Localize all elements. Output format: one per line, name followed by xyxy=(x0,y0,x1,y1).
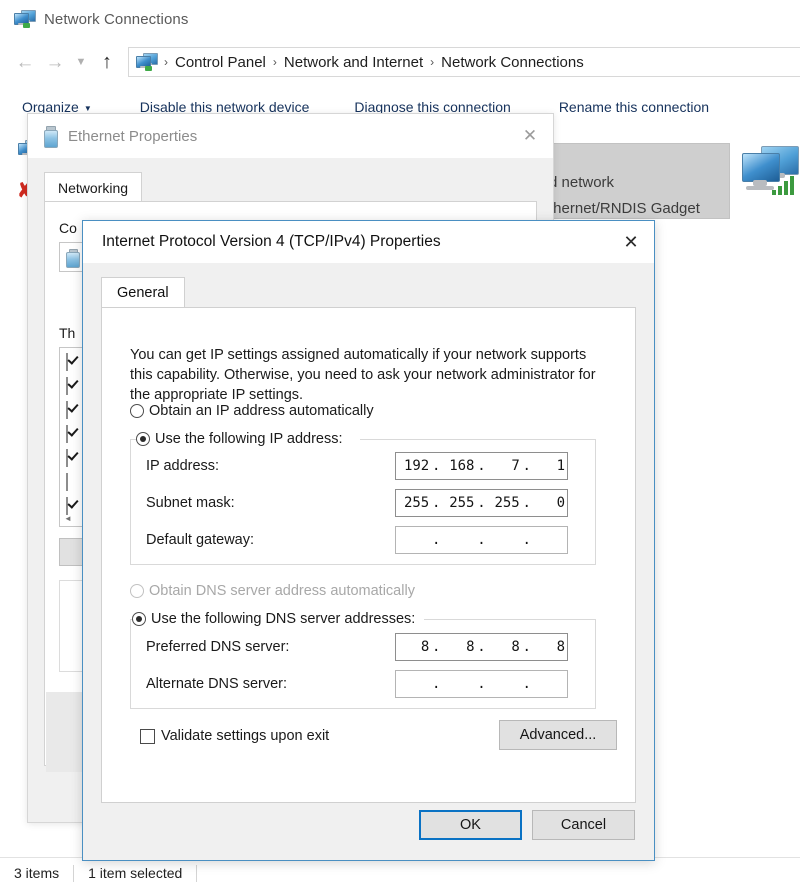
window-titlebar: Network Connections xyxy=(0,0,800,38)
octet-separator: . xyxy=(522,639,532,655)
close-icon[interactable]: ✕ xyxy=(608,221,654,263)
ip-address-label: IP address: xyxy=(146,458,219,474)
status-item-count: 3 items xyxy=(0,864,73,882)
status-divider xyxy=(196,865,197,882)
subnet-octet-1[interactable]: 255 xyxy=(396,495,431,511)
tcpipv4-properties-dialog[interactable]: Internet Protocol Version 4 (TCP/IPv4) P… xyxy=(82,220,655,861)
tab-general[interactable]: General xyxy=(101,277,185,308)
octet-separator: . xyxy=(431,532,441,548)
ethernet-tabstrip: Networking xyxy=(44,172,537,202)
radio-use-following-dns[interactable]: Use the following DNS server addresses: xyxy=(132,611,419,627)
radio-label: Use the following DNS server addresses: xyxy=(151,611,415,627)
validate-settings-checkbox[interactable]: Validate settings upon exit xyxy=(140,728,329,744)
ip-tabstrip: General xyxy=(101,277,636,308)
this-connection-uses-label: Th xyxy=(59,325,75,341)
ip-dialog-body: General You can get IP settings assigned… xyxy=(83,263,654,860)
octet-separator: . xyxy=(431,495,441,511)
radio-indicator xyxy=(132,612,146,626)
octet-separator: . xyxy=(477,495,487,511)
subnet-octet-2[interactable]: 255 xyxy=(441,495,476,511)
octet-separator: . xyxy=(522,676,532,692)
breadcrumb-item-network-connections[interactable]: Network Connections xyxy=(437,54,588,71)
ip-dialog-title: Internet Protocol Version 4 (TCP/IPv4) P… xyxy=(102,233,441,251)
breadcrumb-item-network-and-internet[interactable]: Network and Internet xyxy=(280,54,427,71)
preferred-dns-octet-2[interactable]: 8 xyxy=(441,639,476,655)
radio-indicator xyxy=(130,584,144,598)
alternate-dns-input[interactable]: . . . xyxy=(395,670,568,698)
network-adapter-icon xyxy=(742,146,798,198)
breadcrumb-separator: › xyxy=(161,55,171,69)
up-icon[interactable]: ↑ xyxy=(92,47,122,77)
close-icon[interactable]: ✕ xyxy=(507,114,553,158)
cancel-button[interactable]: Cancel xyxy=(532,810,635,840)
octet-separator: . xyxy=(522,532,532,548)
forward-icon[interactable]: → xyxy=(40,47,70,77)
radio-label: Use the following IP address: xyxy=(155,431,343,447)
radio-label: Obtain DNS server address automatically xyxy=(149,583,415,599)
default-gateway-input[interactable]: . . . xyxy=(395,526,568,554)
octet-separator: . xyxy=(431,639,441,655)
default-gateway-label: Default gateway: xyxy=(146,532,254,548)
chevron-down-icon[interactable]: ▼ xyxy=(70,47,92,77)
preferred-dns-label: Preferred DNS server: xyxy=(146,639,289,655)
preferred-dns-octet-3[interactable]: 8 xyxy=(487,639,522,655)
radio-indicator xyxy=(130,404,144,418)
ip-octet-2[interactable]: 168 xyxy=(441,458,476,474)
chevron-down-icon: ▼ xyxy=(84,104,92,113)
back-icon[interactable]: ← xyxy=(10,47,40,77)
ip-address-input[interactable]: 192 . 168 . 7 . 1 xyxy=(395,452,568,480)
radio-use-following-ip[interactable]: Use the following IP address: xyxy=(136,431,347,447)
list-item-adapter-name: thernet/RNDIS Gadget xyxy=(549,200,700,217)
subnet-mask-input[interactable]: 255 . 255 . 255 . 0 xyxy=(395,489,568,517)
connect-using-label: Co xyxy=(59,220,77,236)
radio-obtain-ip-automatically[interactable]: Obtain an IP address automatically xyxy=(130,403,374,419)
breadcrumb-separator: › xyxy=(427,55,437,69)
alternate-dns-label: Alternate DNS server: xyxy=(146,676,287,692)
ip-octet-1[interactable]: 192 xyxy=(396,458,431,474)
checkbox-label: Validate settings upon exit xyxy=(161,728,329,744)
advanced-button[interactable]: Advanced... xyxy=(499,720,617,750)
ip-octet-3[interactable]: 7 xyxy=(487,458,522,474)
checkbox-indicator xyxy=(140,729,155,744)
ip-general-panel: You can get IP settings assigned automat… xyxy=(101,307,636,803)
breadcrumb-icon xyxy=(136,53,157,72)
octet-separator: . xyxy=(477,676,487,692)
breadcrumb[interactable]: › Control Panel › Network and Internet ›… xyxy=(128,47,800,77)
octet-separator: . xyxy=(477,458,487,474)
octet-separator: . xyxy=(522,458,532,474)
preferred-dns-input[interactable]: 8 . 8 . 8 . 8 xyxy=(395,633,568,661)
subnet-octet-4[interactable]: 0 xyxy=(532,495,567,511)
radio-indicator xyxy=(136,432,150,446)
nic-adapter-icon xyxy=(66,249,79,266)
breadcrumb-separator: › xyxy=(270,55,280,69)
radio-label: Obtain an IP address automatically xyxy=(149,403,374,419)
window-title: Network Connections xyxy=(44,11,188,28)
octet-separator: . xyxy=(522,495,532,511)
octet-separator: . xyxy=(477,639,487,655)
octet-separator: . xyxy=(431,458,441,474)
nic-adapter-icon xyxy=(43,126,57,146)
ok-button[interactable]: OK xyxy=(419,810,522,840)
octet-separator: . xyxy=(431,676,441,692)
ip-intro-text: You can get IP settings assigned automat… xyxy=(130,345,610,405)
scroll-left-icon[interactable]: ◄ xyxy=(60,511,76,526)
address-bar: ← → ▼ ↑ › Control Panel › Network and In… xyxy=(0,38,800,86)
network-connections-icon xyxy=(14,10,35,29)
ip-octet-4[interactable]: 1 xyxy=(532,458,567,474)
rename-connection-button[interactable]: Rename this connection xyxy=(559,99,709,115)
status-bar: 3 items 1 item selected xyxy=(0,857,800,888)
list-item-network-name: d network xyxy=(549,174,614,191)
preferred-dns-octet-1[interactable]: 8 xyxy=(396,639,431,655)
preferred-dns-octet-4[interactable]: 8 xyxy=(532,639,567,655)
status-selection-count: 1 item selected xyxy=(74,864,196,882)
breadcrumb-item-control-panel[interactable]: Control Panel xyxy=(171,54,270,71)
tab-networking[interactable]: Networking xyxy=(44,172,142,202)
subnet-octet-3[interactable]: 255 xyxy=(487,495,522,511)
ethernet-dialog-titlebar: Ethernet Properties ✕ xyxy=(28,114,553,158)
octet-separator: . xyxy=(477,532,487,548)
radio-obtain-dns-automatically[interactable]: Obtain DNS server address automatically xyxy=(130,583,415,599)
ethernet-dialog-title: Ethernet Properties xyxy=(68,128,197,145)
subnet-mask-label: Subnet mask: xyxy=(146,495,235,511)
ip-dialog-titlebar: Internet Protocol Version 4 (TCP/IPv4) P… xyxy=(83,221,654,263)
